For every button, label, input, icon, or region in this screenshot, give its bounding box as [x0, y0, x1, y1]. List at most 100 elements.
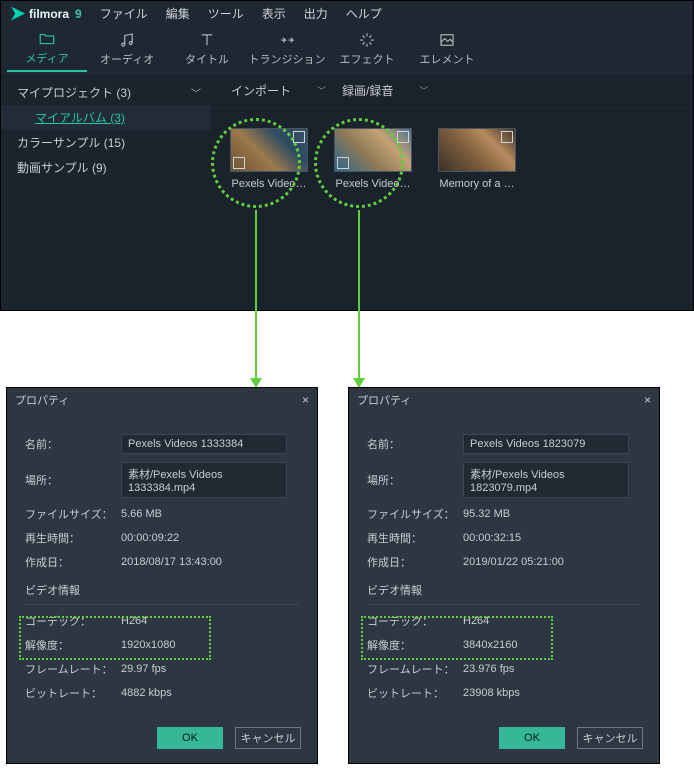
sidebar-item-colorsample[interactable]: カラーサンプル (15) — [1, 130, 211, 155]
sidebar-item-myproject[interactable]: マイプロジェクト (3) ﹀ — [1, 80, 211, 105]
label-name: 名前： — [25, 436, 121, 452]
chevron-down-icon: ﹀ — [317, 84, 326, 97]
value-location[interactable]: 素材/Pexels Videos 1823079.mp4 — [463, 462, 629, 498]
tab-effect[interactable]: エフェクト — [327, 26, 407, 72]
content-area: インポート ﹀ 録画/録音 ﹀ Pexels Video… — [211, 74, 693, 310]
tab-element[interactable]: エレメント — [407, 26, 487, 72]
tab-transition[interactable]: トランジション — [247, 26, 327, 72]
dialog-title: プロパティ — [15, 392, 69, 408]
tab-title-label: タイトル — [185, 51, 229, 67]
label-resolution: 解像度： — [367, 637, 463, 653]
dialogs-row: プロパティ × 名前： Pexels Videos 1333384 場所： 素材… — [0, 387, 694, 776]
sidebar-item-myalbum[interactable]: マイアルバム (3) — [1, 105, 211, 130]
import-label: インポート — [231, 82, 291, 99]
value-created: 2018/08/17 13:43:00 — [121, 556, 222, 568]
label-location: 場所： — [25, 472, 121, 488]
filmora-window: filmora9 ファイル 編集 ツール 表示 出力 ヘルプ メディア オーディ… — [0, 0, 694, 311]
label-codec: コーデック： — [25, 613, 121, 629]
label-framerate: フレームレート： — [25, 661, 121, 677]
sidebar-item-videosample[interactable]: 動画サンプル (9) — [1, 155, 211, 180]
text-icon — [198, 31, 216, 49]
sparkle-icon — [358, 31, 376, 49]
tab-transition-label: トランジション — [249, 51, 326, 67]
annotation-arrow-1 — [255, 210, 257, 380]
close-icon[interactable]: × — [644, 393, 651, 407]
close-icon[interactable]: × — [302, 393, 309, 407]
record-dropdown[interactable]: 録画/録音 ﹀ — [338, 80, 432, 101]
record-label: 録画/録音 — [342, 82, 393, 99]
help-menu[interactable]: ヘルプ — [346, 5, 382, 22]
chevron-down-icon: ﹀ — [419, 84, 428, 97]
tab-media-label: メディア — [25, 50, 68, 66]
label-bitrate: ビットレート： — [367, 685, 463, 701]
label-created: 作成日： — [25, 554, 121, 570]
video-badge-icon — [293, 131, 305, 143]
tab-audio-label: オーディオ — [100, 51, 154, 67]
video-badge-icon — [397, 131, 409, 143]
edit-menu[interactable]: 編集 — [166, 5, 190, 22]
value-codec: H264 — [463, 615, 489, 627]
tab-element-label: エレメント — [420, 51, 475, 67]
main-area: マイプロジェクト (3) ﹀ マイアルバム (3) カラーサンプル (15) 動… — [1, 74, 693, 310]
thumb-label: Memory of a … — [437, 178, 517, 190]
media-thumb-1[interactable]: Pexels Video… — [229, 128, 309, 190]
sidebar: マイプロジェクト (3) ﹀ マイアルバム (3) カラーサンプル (15) 動… — [1, 74, 211, 310]
tab-audio[interactable]: オーディオ — [87, 26, 167, 72]
sidebar-item-label: 動画サンプル (9) — [17, 159, 107, 176]
value-filesize: 5.66 MB — [121, 508, 162, 520]
content-toolbar: インポート ﹀ 録画/録音 ﹀ — [211, 74, 693, 108]
sidebar-item-label: マイアルバム (3) — [35, 111, 125, 125]
menubar: filmora9 ファイル 編集 ツール 表示 出力 ヘルプ — [1, 1, 693, 26]
label-filesize: ファイルサイズ： — [25, 506, 121, 522]
main-tabs: メディア オーディオ タイトル トランジション — [1, 26, 693, 74]
tool-menu[interactable]: ツール — [208, 5, 244, 22]
play-badge-icon — [337, 157, 349, 169]
ok-button[interactable]: OK — [499, 727, 565, 749]
label-duration: 再生時間： — [367, 530, 463, 546]
value-resolution: 3840x2160 — [463, 639, 517, 651]
dialog-title: プロパティ — [357, 392, 411, 408]
value-bitrate: 23908 kbps — [463, 687, 520, 699]
thumb-label: Pexels Video… — [229, 178, 309, 190]
value-framerate: 29.97 fps — [121, 663, 166, 675]
logo-mark-icon — [11, 7, 25, 21]
export-menu[interactable]: 出力 — [304, 5, 328, 22]
transition-icon — [278, 31, 296, 49]
cancel-button[interactable]: キャンセル — [235, 727, 301, 749]
tab-effect-label: エフェクト — [340, 51, 395, 67]
value-name[interactable]: Pexels Videos 1333384 — [121, 434, 287, 454]
tab-title[interactable]: タイトル — [167, 26, 247, 72]
value-duration: 00:00:09:22 — [121, 532, 179, 544]
video-badge-icon — [501, 131, 513, 143]
image-icon — [438, 31, 456, 49]
logo: filmora9 — [11, 7, 82, 21]
import-dropdown[interactable]: インポート ﹀ — [227, 80, 330, 101]
properties-dialog-1: プロパティ × 名前： Pexels Videos 1333384 場所： 素材… — [6, 387, 318, 764]
thumbnail-grid: Pexels Video… Pexels Video… Memory — [211, 108, 693, 210]
divider — [367, 604, 641, 605]
view-menu[interactable]: 表示 — [262, 5, 286, 22]
label-location: 場所： — [367, 472, 463, 488]
value-name[interactable]: Pexels Videos 1823079 — [463, 434, 629, 454]
label-codec: コーデック： — [367, 613, 463, 629]
sidebar-item-label: マイプロジェクト (3) — [17, 84, 131, 101]
value-filesize: 95.32 MB — [463, 508, 510, 520]
dialog-titlebar: プロパティ × — [7, 388, 317, 412]
thumb-image — [438, 128, 516, 172]
media-thumb-3[interactable]: Memory of a … — [437, 128, 517, 190]
media-thumb-2[interactable]: Pexels Video… — [333, 128, 413, 190]
divider — [25, 604, 299, 605]
play-badge-icon — [233, 157, 245, 169]
file-menu[interactable]: ファイル — [100, 5, 148, 22]
music-icon — [118, 31, 136, 49]
cancel-button[interactable]: キャンセル — [577, 727, 643, 749]
properties-dialog-2: プロパティ × 名前： Pexels Videos 1823079 場所： 素材… — [348, 387, 660, 764]
tab-media[interactable]: メディア — [7, 26, 87, 72]
value-location[interactable]: 素材/Pexels Videos 1333384.mp4 — [121, 462, 287, 498]
value-resolution: 1920x1080 — [121, 639, 175, 651]
thumb-image — [230, 128, 308, 172]
label-created: 作成日： — [367, 554, 463, 570]
value-framerate: 23.976 fps — [463, 663, 514, 675]
ok-button[interactable]: OK — [157, 727, 223, 749]
sidebar-item-label: カラーサンプル (15) — [17, 134, 125, 151]
